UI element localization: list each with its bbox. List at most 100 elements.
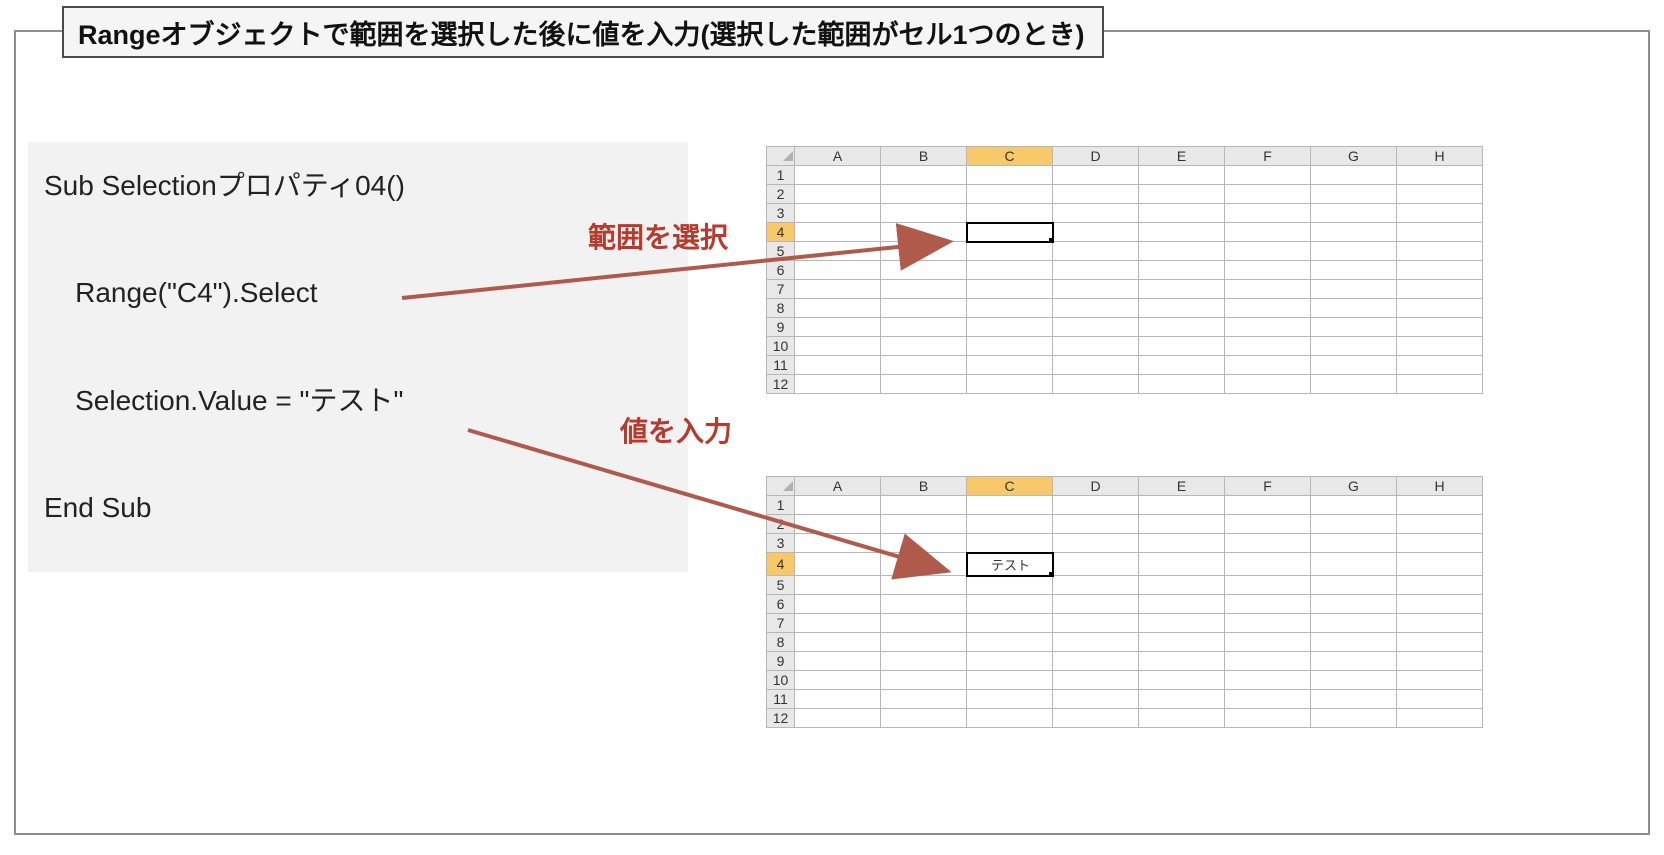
cell-D3[interactable] [1053,204,1139,223]
cell-E9[interactable] [1139,652,1225,671]
column-header-D[interactable]: D [1053,147,1139,166]
cell-C5[interactable] [967,242,1053,261]
cell-H3[interactable] [1397,204,1483,223]
cell-E9[interactable] [1139,318,1225,337]
cell-B4[interactable] [881,553,967,576]
cell-F2[interactable] [1225,515,1311,534]
cell-A11[interactable] [795,690,881,709]
cell-B3[interactable] [881,534,967,553]
cell-D7[interactable] [1053,280,1139,299]
cell-H8[interactable] [1397,633,1483,652]
cell-G1[interactable] [1311,496,1397,515]
row-header-7[interactable]: 7 [767,280,795,299]
cell-D6[interactable] [1053,595,1139,614]
cell-F1[interactable] [1225,166,1311,185]
cell-E4[interactable] [1139,223,1225,242]
cell-C4[interactable] [967,223,1053,242]
cell-G8[interactable] [1311,633,1397,652]
cell-G12[interactable] [1311,709,1397,728]
cell-C7[interactable] [967,614,1053,633]
column-header-A[interactable]: A [795,477,881,496]
cell-D11[interactable] [1053,690,1139,709]
cell-C8[interactable] [967,299,1053,318]
cell-C4[interactable]: テスト [967,553,1053,576]
cell-F7[interactable] [1225,614,1311,633]
row-header-8[interactable]: 8 [767,633,795,652]
cell-H6[interactable] [1397,595,1483,614]
cell-E2[interactable] [1139,185,1225,204]
cell-C2[interactable] [967,515,1053,534]
cell-F9[interactable] [1225,318,1311,337]
row-header-7[interactable]: 7 [767,614,795,633]
cell-E11[interactable] [1139,690,1225,709]
cell-B2[interactable] [881,185,967,204]
cell-D5[interactable] [1053,242,1139,261]
row-header-5[interactable]: 5 [767,242,795,261]
cell-H11[interactable] [1397,356,1483,375]
cell-H3[interactable] [1397,534,1483,553]
cell-E7[interactable] [1139,614,1225,633]
cell-C5[interactable] [967,576,1053,595]
cell-E1[interactable] [1139,496,1225,515]
cell-E5[interactable] [1139,576,1225,595]
cell-H9[interactable] [1397,652,1483,671]
cell-H8[interactable] [1397,299,1483,318]
cell-A4[interactable] [795,223,881,242]
row-header-1[interactable]: 1 [767,496,795,515]
cell-F5[interactable] [1225,576,1311,595]
cell-A12[interactable] [795,709,881,728]
cell-G2[interactable] [1311,515,1397,534]
cell-H10[interactable] [1397,671,1483,690]
column-header-E[interactable]: E [1139,147,1225,166]
cell-H5[interactable] [1397,242,1483,261]
cell-F10[interactable] [1225,337,1311,356]
cell-D3[interactable] [1053,534,1139,553]
cell-C3[interactable] [967,204,1053,223]
cell-E1[interactable] [1139,166,1225,185]
cell-G5[interactable] [1311,242,1397,261]
cell-F12[interactable] [1225,709,1311,728]
cell-B10[interactable] [881,337,967,356]
cell-A5[interactable] [795,242,881,261]
cell-D1[interactable] [1053,166,1139,185]
cell-B6[interactable] [881,261,967,280]
cell-F6[interactable] [1225,261,1311,280]
cell-C2[interactable] [967,185,1053,204]
row-header-1[interactable]: 1 [767,166,795,185]
cell-G7[interactable] [1311,614,1397,633]
cell-C8[interactable] [967,633,1053,652]
cell-F11[interactable] [1225,356,1311,375]
cell-C12[interactable] [967,375,1053,394]
row-header-6[interactable]: 6 [767,261,795,280]
column-header-D[interactable]: D [1053,477,1139,496]
cell-B8[interactable] [881,633,967,652]
cell-D9[interactable] [1053,652,1139,671]
cell-G3[interactable] [1311,204,1397,223]
column-header-H[interactable]: H [1397,477,1483,496]
column-header-G[interactable]: G [1311,477,1397,496]
cell-D9[interactable] [1053,318,1139,337]
cell-E7[interactable] [1139,280,1225,299]
cell-G12[interactable] [1311,375,1397,394]
cell-B4[interactable] [881,223,967,242]
cell-G1[interactable] [1311,166,1397,185]
cell-E3[interactable] [1139,534,1225,553]
cell-E6[interactable] [1139,595,1225,614]
cell-B7[interactable] [881,280,967,299]
column-header-A[interactable]: A [795,147,881,166]
cell-H9[interactable] [1397,318,1483,337]
cell-H10[interactable] [1397,337,1483,356]
cell-F4[interactable] [1225,223,1311,242]
cell-D5[interactable] [1053,576,1139,595]
cell-C1[interactable] [967,166,1053,185]
cell-D8[interactable] [1053,633,1139,652]
cell-B5[interactable] [881,576,967,595]
cell-F1[interactable] [1225,496,1311,515]
cell-B1[interactable] [881,166,967,185]
row-header-4[interactable]: 4 [767,553,795,576]
cell-G2[interactable] [1311,185,1397,204]
row-header-2[interactable]: 2 [767,515,795,534]
row-header-2[interactable]: 2 [767,185,795,204]
cell-C12[interactable] [967,709,1053,728]
cell-B7[interactable] [881,614,967,633]
